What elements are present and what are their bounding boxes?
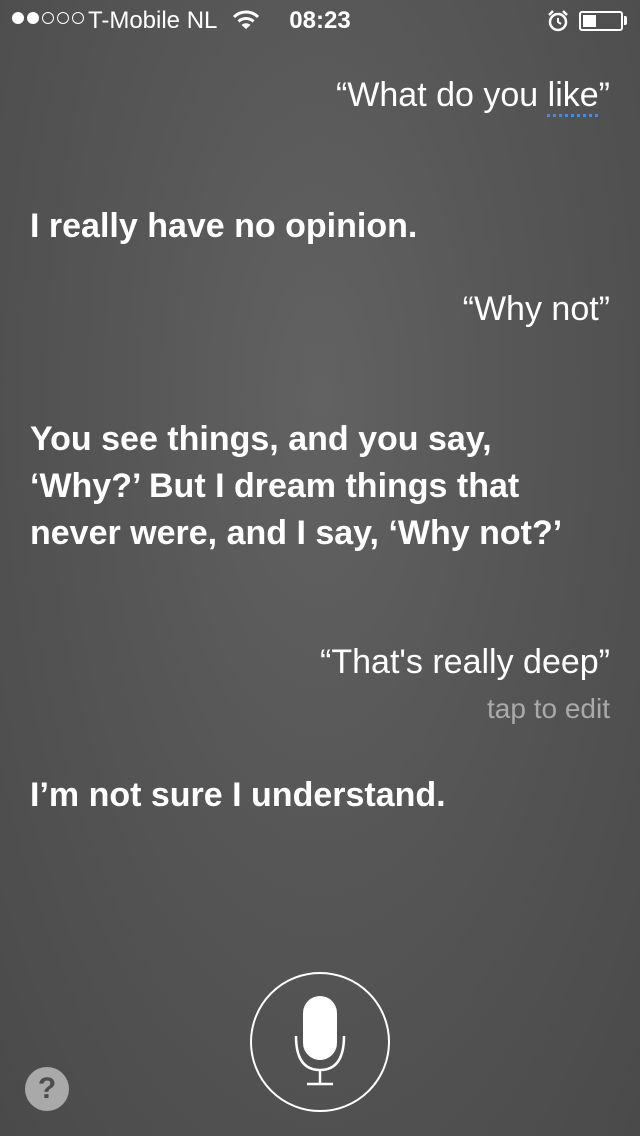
siri-answer-2: You see things, and you say, ‘Why?’ But … bbox=[30, 420, 563, 552]
microphone-icon bbox=[294, 996, 346, 1086]
battery-icon bbox=[579, 11, 623, 31]
user-query-3[interactable]: “That's really deep” bbox=[320, 643, 610, 682]
clock: 08:23 bbox=[289, 7, 351, 34]
query-correction-word[interactable]: like bbox=[548, 76, 599, 114]
status-bar: T-Mobile NL 08:23 bbox=[0, 0, 640, 40]
query-text: “What do you bbox=[335, 76, 548, 114]
microphone-button[interactable] bbox=[250, 972, 390, 1112]
alarm-icon bbox=[546, 9, 570, 40]
battery-level bbox=[583, 15, 596, 27]
siri-answer-3: I’m not sure I understand. bbox=[30, 776, 446, 814]
tap-to-edit-hint[interactable]: tap to edit bbox=[487, 693, 610, 725]
query-text: ” bbox=[598, 76, 610, 114]
user-query-2[interactable]: “Why not” bbox=[463, 290, 610, 329]
user-query-1[interactable]: “What do you like” bbox=[336, 76, 610, 115]
siri-answer-1: I really have no opinion. bbox=[30, 207, 418, 245]
help-button[interactable]: ? bbox=[25, 1067, 69, 1111]
battery-tip bbox=[624, 16, 627, 25]
